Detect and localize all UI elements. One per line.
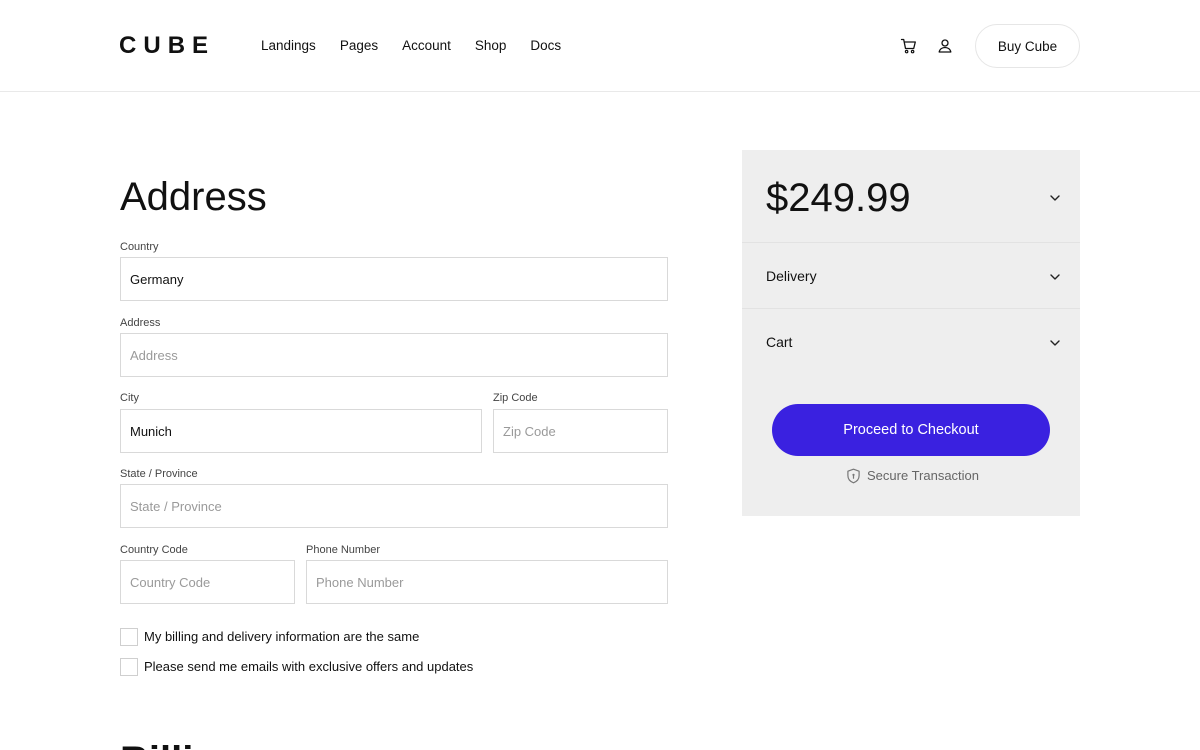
same-billing-checkbox[interactable] <box>120 628 138 646</box>
country-code-label: Country Code <box>120 544 188 556</box>
cart-label: Cart <box>766 334 793 350</box>
logo-letter: B <box>167 32 186 59</box>
price-section[interactable]: $249.99 <box>742 150 1080 243</box>
email-offers-option[interactable]: Please send me emails with exclusive off… <box>120 658 473 676</box>
billing-section-title: Billi <box>120 738 193 750</box>
secure-transaction-note: Secure Transaction <box>846 468 979 484</box>
nav-link-shop[interactable]: Shop <box>475 38 507 54</box>
site-header: C U B E Landings Pages Account Shop Docs… <box>0 0 1200 92</box>
same-billing-label: My billing and delivery information are … <box>144 629 420 644</box>
city-label: City <box>120 392 139 404</box>
nav-link-docs[interactable]: Docs <box>530 38 561 54</box>
cube-logo[interactable]: C U B E <box>119 34 208 58</box>
phone-number-label: Phone Number <box>306 544 380 556</box>
cart-section[interactable]: Cart <box>742 309 1080 375</box>
same-billing-option[interactable]: My billing and delivery information are … <box>120 628 419 646</box>
user-icon[interactable] <box>936 37 954 55</box>
zip-code-label: Zip Code <box>493 392 538 404</box>
chevron-down-icon[interactable] <box>1048 336 1062 350</box>
nav-link-landings[interactable]: Landings <box>261 38 316 54</box>
cart-icon[interactable] <box>900 37 918 55</box>
nav-link-account[interactable]: Account <box>402 38 451 54</box>
email-offers-label: Please send me emails with exclusive off… <box>144 659 474 674</box>
phone-number-field[interactable] <box>306 560 668 604</box>
proceed-to-checkout-button[interactable]: Proceed to Checkout <box>772 404 1050 456</box>
state-province-label: State / Province <box>120 468 198 480</box>
country-field[interactable] <box>120 257 668 301</box>
address-field[interactable] <box>120 333 668 377</box>
buy-cube-button[interactable]: Buy Cube <box>975 24 1080 68</box>
delivery-label: Delivery <box>766 268 817 284</box>
city-field[interactable] <box>120 409 482 453</box>
country-code-field[interactable] <box>120 560 295 604</box>
address-label: Address <box>120 317 161 329</box>
total-price: $249.99 <box>766 176 911 220</box>
email-offers-checkbox[interactable] <box>120 658 138 676</box>
delivery-section[interactable]: Delivery <box>742 243 1080 309</box>
zip-code-field[interactable] <box>493 409 668 453</box>
shield-icon <box>847 468 860 484</box>
logo-letter: U <box>143 32 161 59</box>
secure-transaction-label: Secure Transaction <box>867 468 980 483</box>
logo-letter: E <box>192 32 209 59</box>
chevron-down-icon[interactable] <box>1048 270 1062 284</box>
chevron-down-icon[interactable] <box>1048 191 1062 205</box>
nav-link-pages[interactable]: Pages <box>340 38 378 54</box>
state-province-field[interactable] <box>120 484 668 528</box>
order-summary-panel: $249.99 Delivery Cart Proceed to Checkou… <box>742 150 1080 516</box>
main-nav: Landings Pages Account Shop Docs <box>261 38 585 54</box>
page-title: Address <box>120 175 267 219</box>
logo-letter: C <box>119 32 137 59</box>
country-label: Country <box>120 241 159 253</box>
